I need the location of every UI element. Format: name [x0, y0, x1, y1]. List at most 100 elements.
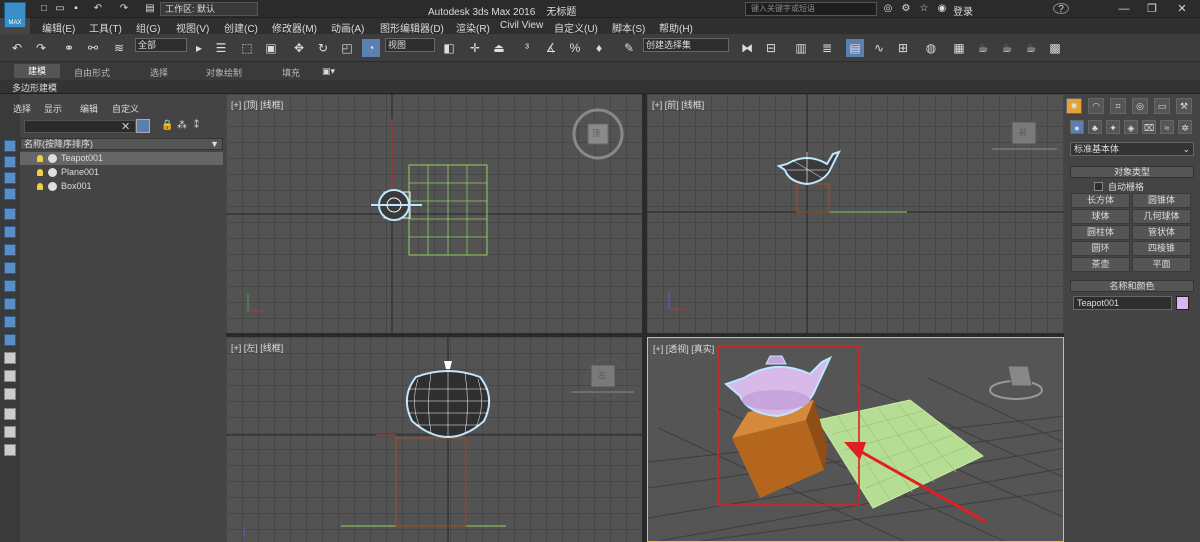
viewcube-front-face[interactable]: 前: [1019, 127, 1027, 138]
select-dependents-icon[interactable]: ⁑: [194, 120, 199, 131]
save-file-icon[interactable]: ▪: [70, 3, 82, 14]
create-tab-icon[interactable]: ✸: [1066, 98, 1082, 114]
menu-graph-editors[interactable]: 图形编辑器(D): [380, 20, 444, 35]
rect-selection-icon[interactable]: ⬚: [238, 39, 256, 57]
create-sphere-button[interactable]: 球体: [1071, 209, 1130, 224]
scene-item-plane[interactable]: Plane001: [20, 166, 223, 179]
display-helpers-icon[interactable]: [4, 226, 16, 238]
ribbon-tab-selection[interactable]: 选择: [150, 66, 168, 79]
filter-icon[interactable]: [4, 408, 16, 420]
scale-icon[interactable]: ◰: [338, 39, 356, 57]
display-hidden-icon[interactable]: [4, 352, 16, 364]
close-button[interactable]: ✕: [1168, 0, 1196, 18]
menu-edit[interactable]: 编辑: [80, 102, 98, 115]
move-icon[interactable]: ✥: [290, 39, 308, 57]
menu-help[interactable]: 帮助(H): [659, 20, 693, 35]
new-file-icon[interactable]: □: [38, 3, 50, 14]
display-shapes-icon[interactable]: [4, 172, 16, 184]
unlink-icon[interactable]: ⚯: [84, 39, 102, 57]
rendered-frame-icon[interactable]: ☕: [974, 39, 992, 57]
selection-filter-dropdown[interactable]: 全部: [135, 38, 187, 52]
ribbon-tab-object-paint[interactable]: 对象绘制: [206, 66, 242, 79]
viewcube-top-face[interactable]: 顶: [592, 128, 600, 139]
login-button[interactable]: 登录: [953, 3, 973, 18]
display-spacewarps-icon[interactable]: [4, 244, 16, 256]
menu-modifiers[interactable]: 修改器(M): [272, 20, 317, 35]
restore-button[interactable]: ❐: [1138, 0, 1166, 18]
object-type-rollout-header[interactable]: 对象类型: [1070, 166, 1194, 178]
workspace-dropdown[interactable]: 工作区: 默认: [160, 2, 258, 16]
display-none-toggle-icon[interactable]: [4, 388, 16, 400]
menu-customize[interactable]: 自定义(U): [554, 20, 598, 35]
modify-tab-icon[interactable]: ◠: [1088, 98, 1104, 114]
display-tab-icon[interactable]: ▭: [1154, 98, 1170, 114]
hierarchy-icon[interactable]: [4, 444, 16, 456]
redo-icon[interactable]: ↷: [32, 39, 50, 57]
percent-snap-icon[interactable]: %: [566, 39, 584, 57]
align-icon[interactable]: ⊟: [762, 39, 780, 57]
display-groups-icon[interactable]: [4, 262, 16, 274]
create-box-button[interactable]: 长方体: [1071, 193, 1130, 208]
lightbulb-icon[interactable]: [37, 183, 43, 190]
spinner-snap-icon[interactable]: ♦: [590, 39, 608, 57]
menu-rendering[interactable]: 渲染(R): [456, 20, 490, 35]
display-none-icon[interactable]: [4, 140, 16, 152]
create-plane-button[interactable]: 平面: [1132, 257, 1191, 272]
subscription-icon[interactable]: ⚙: [900, 3, 912, 14]
scene-item-box[interactable]: Box001: [20, 180, 223, 193]
rotate-icon[interactable]: ↻: [314, 39, 332, 57]
object-category-dropdown[interactable]: 标准基本体 ⌄: [1070, 142, 1194, 156]
placement-icon[interactable]: ◔: [362, 39, 380, 57]
autogrid-checkbox[interactable]: [1094, 182, 1103, 191]
render-iterative-icon[interactable]: ☕: [1022, 39, 1040, 57]
angle-snap-icon[interactable]: ∡: [542, 39, 560, 57]
help-icon[interactable]: ?: [1053, 3, 1069, 15]
display-geometry-icon[interactable]: [4, 156, 16, 168]
link-icon[interactable]: ⚭: [60, 39, 78, 57]
lights-icon[interactable]: ✦: [1106, 120, 1120, 134]
display-xrefs-icon[interactable]: [4, 280, 16, 292]
hold-icon[interactable]: ▤: [144, 3, 156, 14]
select-manipulate-icon[interactable]: ✛: [466, 39, 484, 57]
viewport-perspective[interactable]: [+] [透视] [真实]: [647, 337, 1064, 542]
select-children-icon[interactable]: ⁂: [177, 120, 187, 131]
display-lights-icon[interactable]: [4, 188, 16, 200]
named-selection-dropdown[interactable]: 创建选择集: [643, 38, 729, 52]
pivot-center-icon[interactable]: ◧: [440, 39, 458, 57]
scene-explorer-toggle-icon[interactable]: ▤: [846, 39, 864, 57]
search-input[interactable]: 键入关键字或短语: [745, 2, 877, 16]
binoculars-icon[interactable]: ◎: [882, 3, 894, 14]
curve-editor-icon[interactable]: ∿: [870, 39, 888, 57]
utilities-tab-icon[interactable]: ⚒: [1176, 98, 1192, 114]
geometry-icon[interactable]: ●: [1070, 120, 1084, 134]
layers-icon[interactable]: [4, 426, 16, 438]
render-a360-icon[interactable]: ▩: [1046, 39, 1064, 57]
object-name-input[interactable]: Teapot001: [1073, 296, 1172, 310]
mirror-icon[interactable]: ⧓: [738, 39, 756, 57]
create-geosphere-button[interactable]: 几何球体: [1132, 209, 1191, 224]
favorites-icon[interactable]: ☆: [918, 3, 930, 14]
find-case-icon[interactable]: [136, 119, 150, 133]
window-crossing-icon[interactable]: ▣: [262, 39, 280, 57]
freeze-sphere-icon[interactable]: [48, 182, 57, 191]
viewport-front[interactable]: [+] [前] [线框] 前: [647, 94, 1064, 333]
freeze-sphere-icon[interactable]: [48, 168, 57, 177]
ribbon-tab-modeling[interactable]: 建模: [14, 64, 61, 78]
display-bones-icon[interactable]: [4, 298, 16, 310]
menu-animation[interactable]: 动画(A): [331, 20, 364, 35]
layer-manager-icon[interactable]: ▥: [792, 39, 810, 57]
select-object-icon[interactable]: ▸: [190, 39, 208, 57]
create-pyramid-button[interactable]: 四棱锥: [1132, 241, 1191, 256]
lightbulb-icon[interactable]: [37, 155, 43, 162]
viewport-top[interactable]: [+] [顶] [线框] 顶: [226, 94, 642, 333]
schematic-view-icon[interactable]: ⊞: [894, 39, 912, 57]
open-file-icon[interactable]: ▭: [54, 3, 66, 14]
ribbon-panel-poly-modeling[interactable]: 多边形建模: [12, 81, 57, 94]
undo-icon[interactable]: ↶: [8, 39, 26, 57]
viewport-left[interactable]: [+] [左] [线框] 左: [226, 337, 642, 542]
helpers-icon[interactable]: ⌧: [1142, 120, 1156, 134]
render-setup-icon[interactable]: ▦: [950, 39, 968, 57]
motion-tab-icon[interactable]: ◎: [1132, 98, 1148, 114]
freeze-sphere-icon[interactable]: [48, 154, 57, 163]
bind-space-warp-icon[interactable]: ≋: [110, 39, 128, 57]
